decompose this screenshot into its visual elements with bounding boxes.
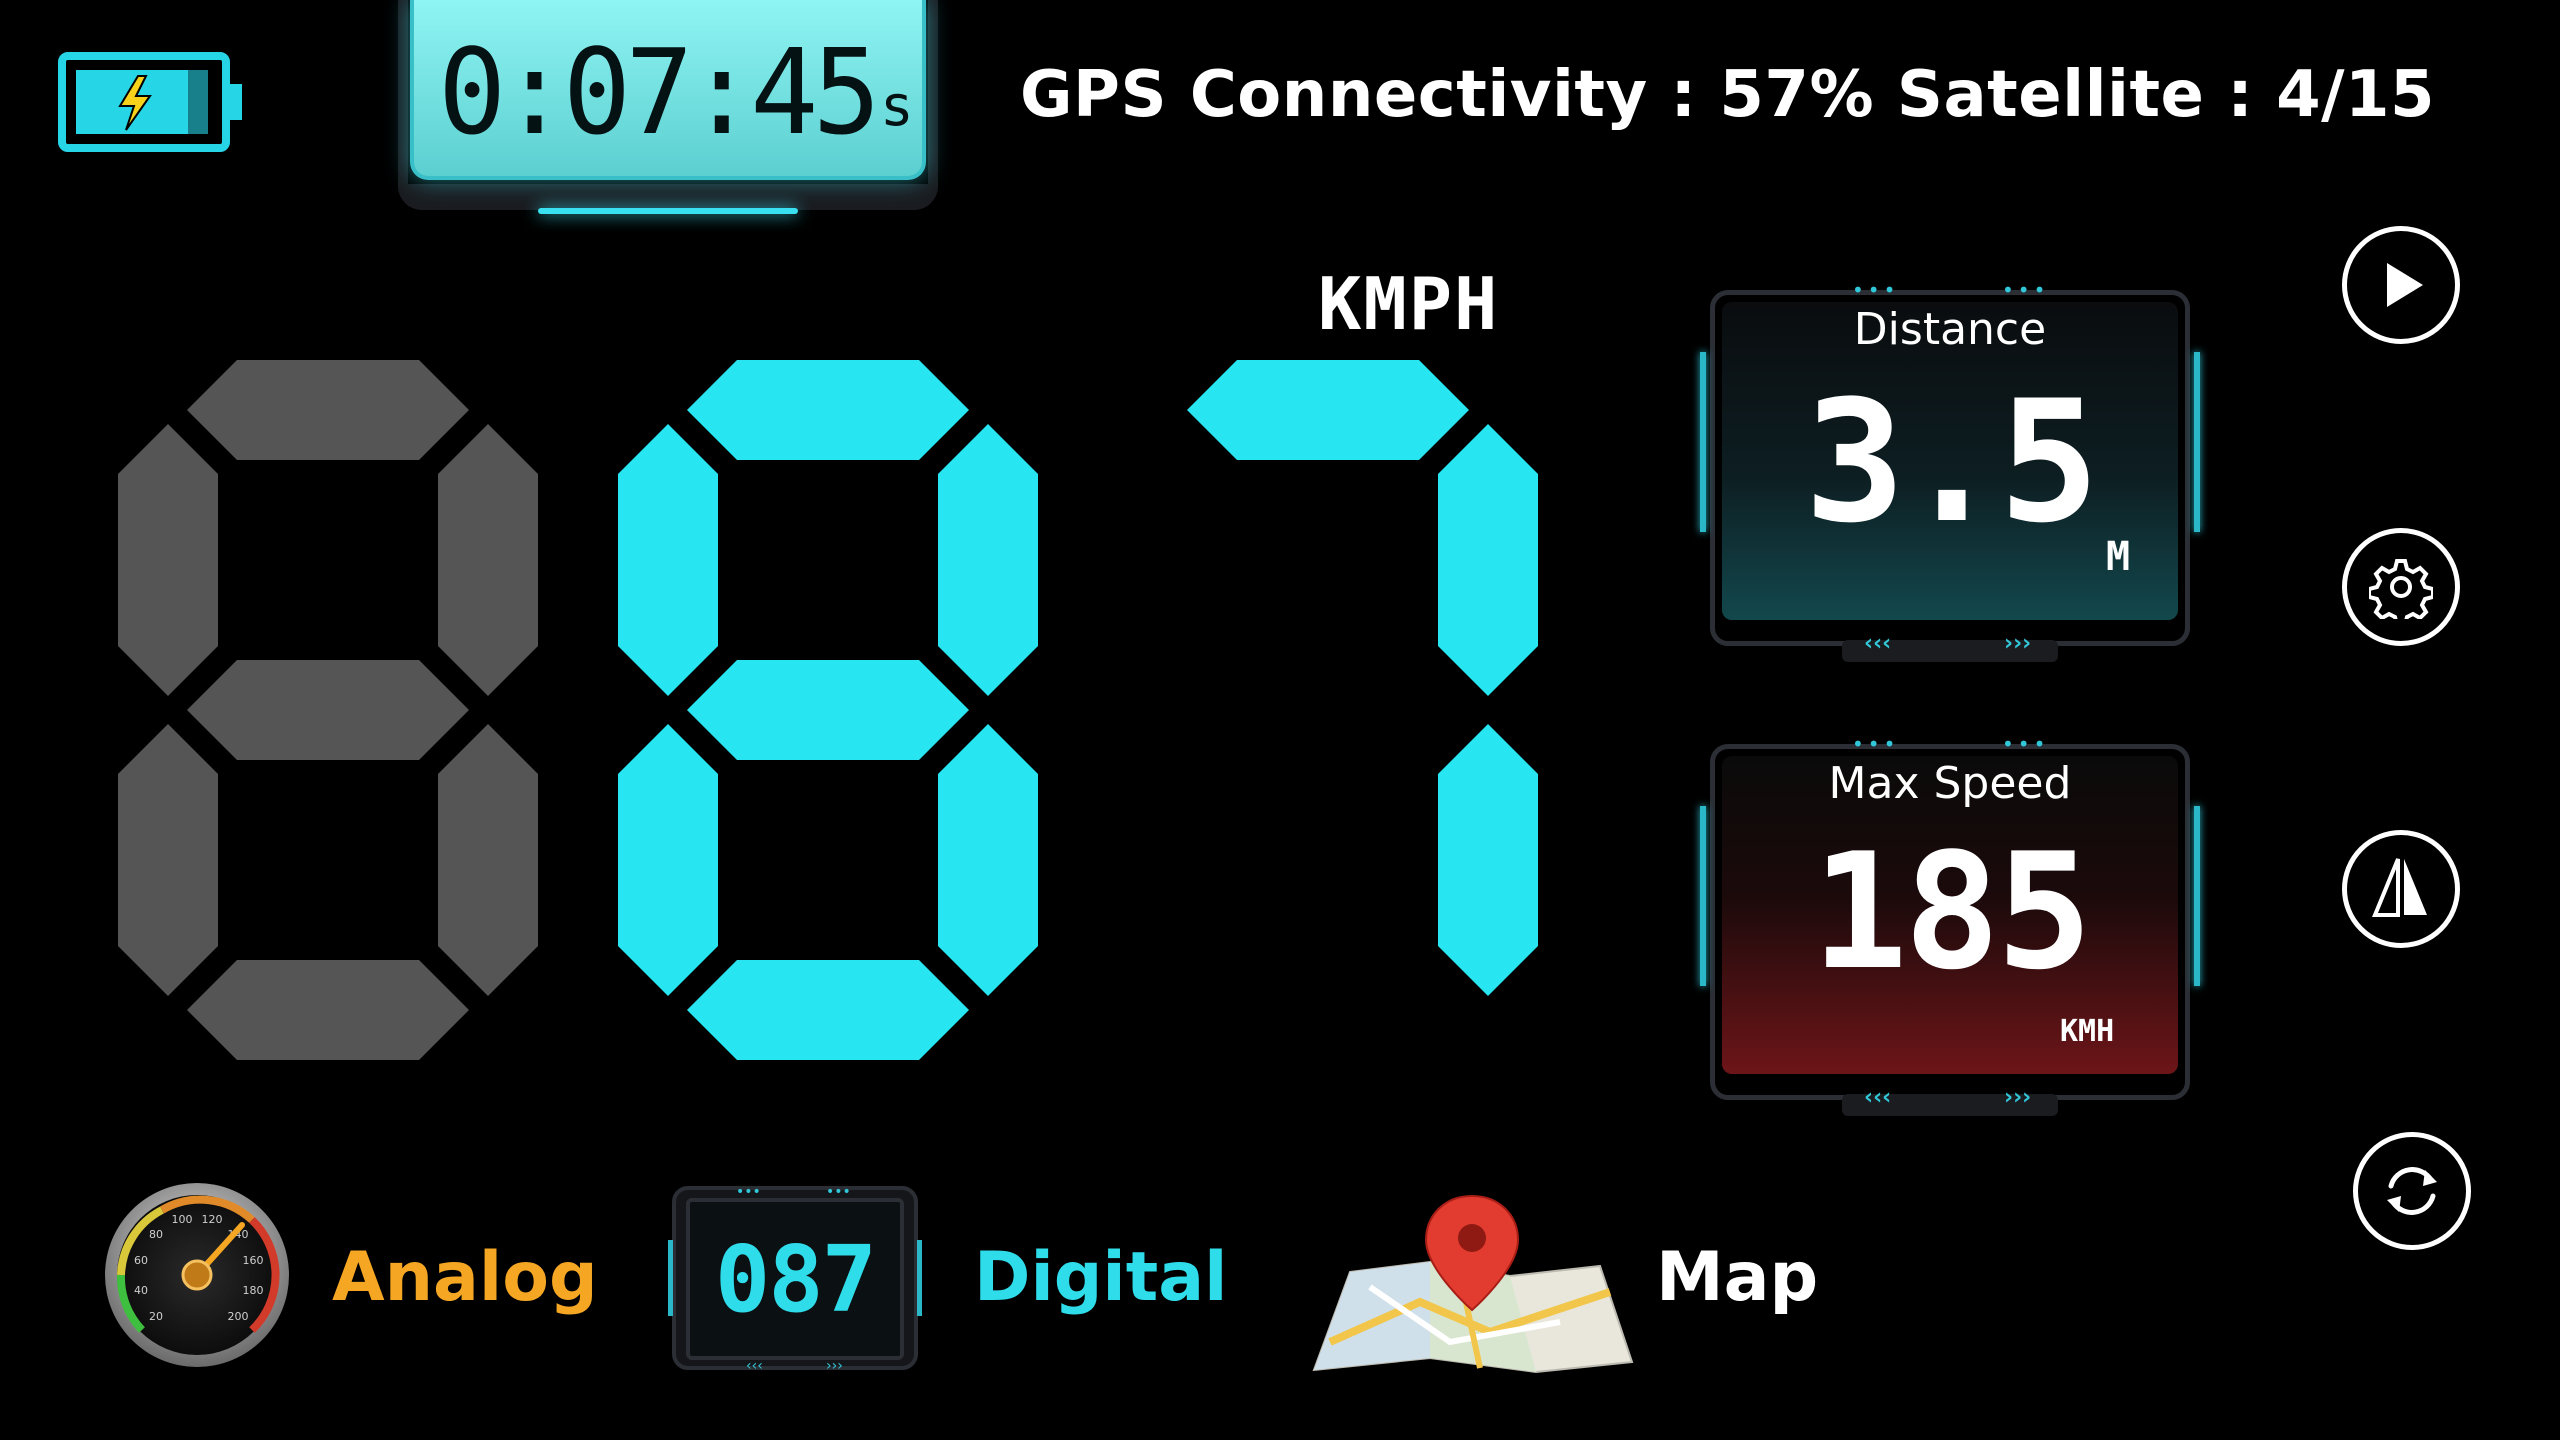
map-mode-button[interactable] [1310,1192,1636,1374]
speed-digit-1-segment-f [118,424,218,696]
timer-value: 0:07:45 [438,23,881,161]
max-speed-value: 185 [1811,818,2093,1005]
battery-charging-icon [58,52,248,152]
speed-digit-1-segment-a [187,360,469,460]
speed-unit: KMPH [1318,262,1500,346]
speed-digit-1-segment-e [118,724,218,996]
speed-digit-1-segment-b [438,424,538,696]
analog-mode-button[interactable]: 20 40 60 80 100 120 140 160 180 200 [102,1180,292,1370]
svg-text:›››: ››› [826,1358,843,1374]
speed-digit-2-segment-b [938,424,1038,696]
card-arrows-left: ‹‹‹ [1864,1085,1892,1110]
dial-label: 180 [243,1284,264,1297]
digital-mode-button[interactable]: ••• ••• ‹‹‹ ››› 087 [666,1180,924,1376]
map-pin-icon [1312,1194,1634,1374]
card-dots: ••• [1852,278,1900,302]
digital-preview-screen: 087 [686,1198,904,1360]
dial-label: 120 [202,1213,223,1226]
digital-preview-value: 087 [714,1225,877,1333]
settings-button[interactable] [2342,528,2460,646]
speed-digit-2-segment-e [618,724,718,996]
speed-digit-2-segment-g [687,660,969,760]
dial-label: 200 [228,1310,249,1323]
analog-mode-label[interactable]: Analog [332,1238,598,1317]
card-dots: ••• [2002,278,2050,302]
trip-timer: 0:07:45 s [398,0,938,225]
speed-digit-2-segment-a [687,360,969,460]
gear-icon [2369,559,2433,619]
speed-digit-2-segment-c [938,724,1038,996]
distance-title: Distance [1853,304,2047,355]
map-mode-label[interactable]: Map [1656,1238,1818,1317]
max-speed-card: ••• ••• ‹‹‹ ››› Max Speed 185 KMH [1700,726,2200,1116]
max-speed-title: Max Speed [1828,758,2072,809]
dial-label: 80 [149,1228,163,1241]
speed-digit-1-segment-d [187,960,469,1060]
card-arrows-left: ‹‹‹ [1864,631,1892,656]
play-button[interactable] [2342,226,2460,344]
dial-label: 60 [134,1254,148,1267]
speed-digit-3-segment-a [1187,360,1469,460]
rotate-icon [2387,1167,2437,1215]
distance-card: ••• ••• ‹‹‹ ››› Distance 3.5 M [1700,272,2200,662]
dial-label: 40 [134,1284,148,1297]
hud-mirror-button[interactable] [2342,830,2460,948]
svg-text:‹‹‹: ‹‹‹ [746,1358,763,1374]
speed-digit-3-segment-c [1438,724,1538,996]
dial-label: 20 [149,1310,163,1323]
card-dots: ••• [2002,732,2050,756]
speed-digit-1-segment-g [187,660,469,760]
timer-glow [538,208,798,214]
distance-value: 3.5 [1804,364,2099,560]
card-arrows-right: ››› [2004,631,2032,656]
mirror-hud-icon [2372,858,2427,917]
dial-label: 160 [243,1254,264,1267]
speed-readout [118,360,1558,1080]
speed-digit-1-segment-c [438,724,538,996]
card-dots: ••• [1852,732,1900,756]
speed-digit-2-segment-d [687,960,969,1060]
speed-digit-3-segment-b [1438,424,1538,696]
max-speed-unit: KMH [2060,1014,2115,1049]
dial-label: 100 [172,1213,193,1226]
timer-unit: s [880,74,914,139]
rotate-button[interactable] [2353,1132,2471,1250]
play-icon [2387,263,2423,307]
card-arrows-right: ››› [2004,1085,2032,1110]
speed-digit-2-segment-f [618,424,718,696]
gps-status-text: GPS Connectivity : 57% Satellite : 4/15 [1020,58,2436,132]
analog-gauge-icon: 20406080100 120140160180200 [105,1183,289,1367]
digital-mode-label[interactable]: Digital [974,1238,1227,1317]
distance-unit: M [2106,534,2131,580]
